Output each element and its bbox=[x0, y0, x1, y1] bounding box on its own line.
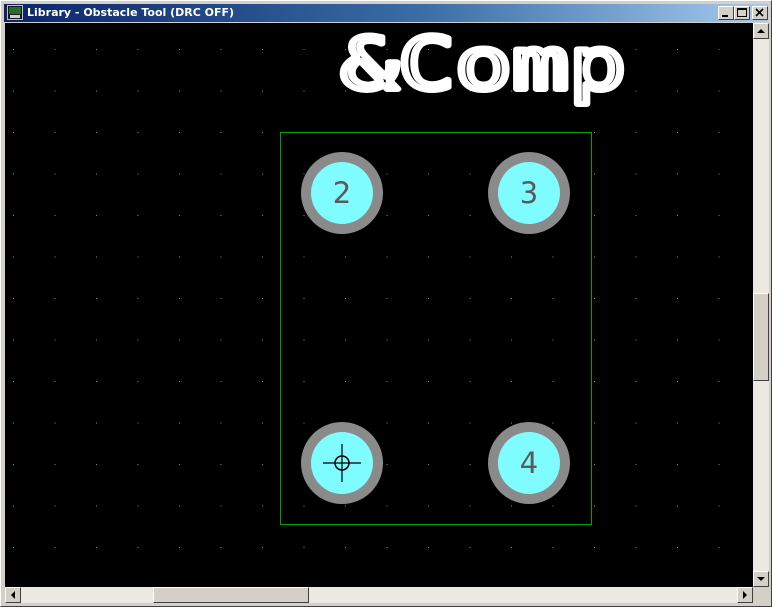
minimize-button[interactable] bbox=[718, 6, 734, 20]
vertical-scroll-thumb[interactable] bbox=[753, 293, 769, 381]
size-grip bbox=[753, 587, 769, 603]
scroll-right-button[interactable] bbox=[737, 587, 753, 603]
library-icon bbox=[7, 5, 23, 20]
arrow-down-icon bbox=[757, 577, 765, 581]
title-bar[interactable]: Library - Obstacle Tool (DRC OFF) bbox=[4, 4, 768, 22]
pad-3[interactable]: 3 bbox=[488, 152, 570, 234]
close-icon bbox=[755, 8, 764, 17]
close-button[interactable] bbox=[752, 6, 768, 20]
horizontal-scrollbar[interactable] bbox=[5, 587, 753, 603]
arrow-right-icon bbox=[743, 591, 747, 599]
pad-label: 3 bbox=[520, 176, 538, 210]
ref-designator-text: &Comp bbox=[341, 23, 626, 106]
scroll-left-button[interactable] bbox=[5, 587, 21, 603]
window-title: Library - Obstacle Tool (DRC OFF) bbox=[27, 6, 235, 19]
horizontal-scroll-thumb[interactable] bbox=[153, 587, 309, 603]
pad-1[interactable] bbox=[301, 422, 383, 504]
library-window: Library - Obstacle Tool (DRC OFF) &Comp … bbox=[0, 0, 772, 607]
pad-label: 2 bbox=[333, 176, 351, 210]
pad-2[interactable]: 2 bbox=[301, 152, 383, 234]
grid-dots bbox=[5, 23, 753, 587]
maximize-button[interactable] bbox=[734, 6, 750, 20]
layout-canvas[interactable]: &Comp 2 3 4 bbox=[5, 23, 753, 587]
pad-label: 4 bbox=[520, 446, 538, 480]
arrow-up-icon bbox=[757, 29, 765, 33]
footprint-view[interactable]: &Comp 2 3 4 bbox=[5, 23, 753, 587]
arrow-left-icon bbox=[11, 591, 15, 599]
maximize-icon bbox=[737, 8, 747, 17]
vertical-scrollbar[interactable] bbox=[753, 23, 769, 587]
minimize-icon bbox=[722, 15, 728, 17]
scroll-down-button[interactable] bbox=[753, 571, 769, 587]
scroll-up-button[interactable] bbox=[753, 23, 769, 39]
pad-4[interactable]: 4 bbox=[488, 422, 570, 504]
